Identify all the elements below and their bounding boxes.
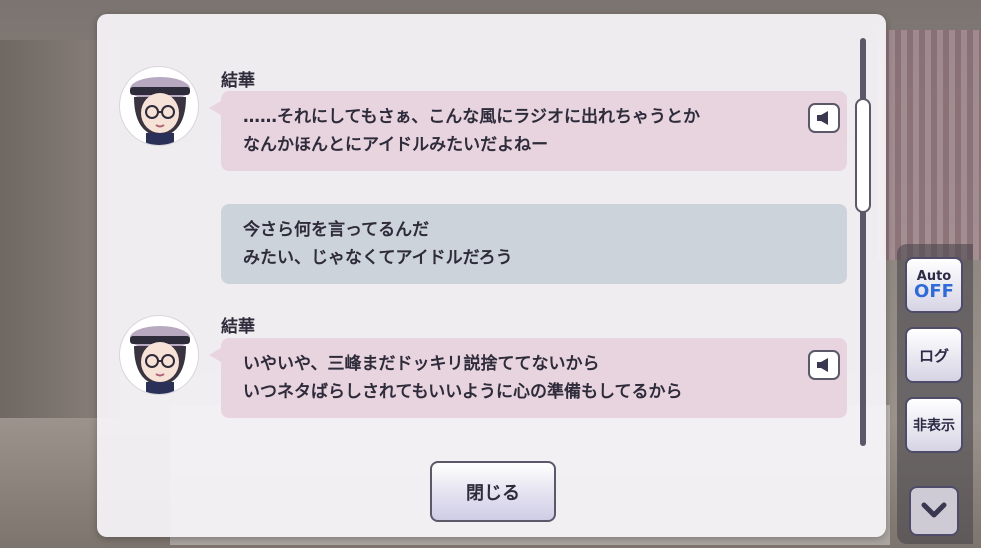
- message-line: 今さら何を言ってるんだ: [243, 220, 430, 240]
- log-button[interactable]: ログ: [905, 327, 963, 383]
- message-bubble: いやいや、三峰まだドッキリ説捨ててないから いつネタばらしされてもいいように心の…: [209, 338, 847, 418]
- speaker-icon: [817, 358, 828, 372]
- bubble-tail: [209, 101, 221, 115]
- background-curtain: [871, 30, 981, 260]
- auto-toggle-button[interactable]: Auto OFF: [905, 257, 963, 313]
- speaker-icon: [817, 111, 828, 125]
- bubble-tail: [209, 348, 221, 362]
- avatar-yuika: [119, 315, 199, 395]
- close-label: 閉じる: [466, 482, 520, 504]
- message-line: みたい、じゃなくてアイドルだろう: [243, 248, 513, 268]
- backlog-dialog: 結華 ……それにしてもさぁ、こんな風にラジオに出れちゃうとか なんかほんとにアイ…: [97, 14, 886, 537]
- speaker-name: 結華: [221, 317, 255, 337]
- hide-label: 非表示: [913, 418, 955, 434]
- message-bubble: ……それにしてもさぁ、こんな風にラジオに出れちゃうとか なんかほんとにアイドルみ…: [209, 91, 847, 171]
- log-label: ログ: [918, 346, 949, 365]
- close-button[interactable]: 閉じる: [430, 461, 556, 522]
- auto-value: OFF: [914, 280, 954, 302]
- voice-play-button[interactable]: [808, 103, 840, 133]
- message-line: いやいや、三峰まだドッキリ説捨ててないから: [243, 354, 600, 374]
- message-bubble: 今さら何を言ってるんだ みたい、じゃなくてアイドルだろう: [221, 204, 847, 284]
- message-line: なんかほんとにアイドルみたいだよねー: [243, 135, 549, 155]
- message-line: ……それにしてもさぁ、こんな風にラジオに出れちゃうとか: [243, 107, 700, 127]
- hide-ui-button[interactable]: 非表示: [905, 397, 963, 453]
- next-button[interactable]: [909, 486, 959, 536]
- voice-play-button[interactable]: [808, 350, 840, 380]
- scrollbar-thumb[interactable]: [855, 98, 871, 213]
- chevron-down-icon: [921, 502, 947, 518]
- message-line: いつネタばらしされてもいいように心の準備もしてるから: [243, 382, 683, 402]
- speaker-name: 結華: [221, 71, 255, 91]
- avatar-yuika: [119, 66, 199, 146]
